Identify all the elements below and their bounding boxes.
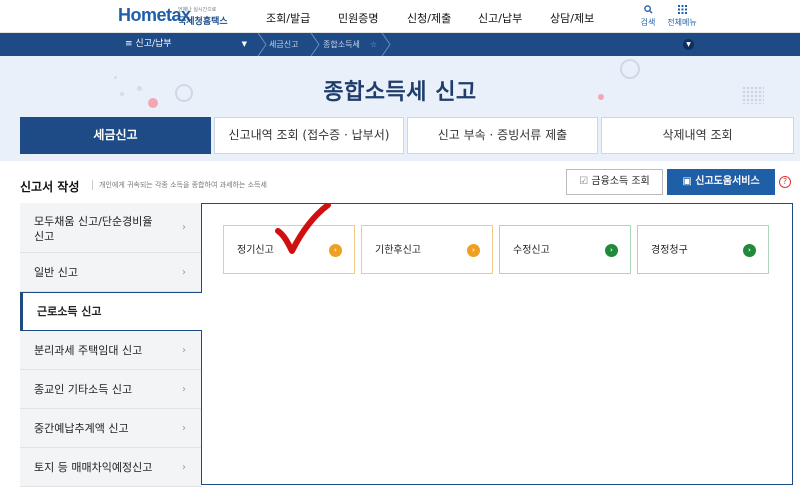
sidebar-item-label: 모두채움 신고/단순경비율 신고 [34,215,153,243]
card-label: 경정청구 [651,245,688,256]
amended-report-card[interactable]: 수정신고 › [499,225,631,274]
caret-down-icon: ▼ [241,40,247,48]
section-title: 신고서 작성 [20,180,80,194]
hamburger-icon: ≡ [125,39,133,49]
page-title: 종합소득세 신고 [323,80,477,105]
hometax-logo[interactable]: 언제나 실시간으로 Hometax 국세청홈택스 [118,3,228,31]
chevron-right-icon: › [182,423,186,434]
gnb-inquiry[interactable]: 조회/발급 [266,10,310,26]
sidebar-item-label: 분리과세 주택임대 신고 [34,344,143,357]
gnb-application[interactable]: 신청/제출 [407,10,451,26]
menu-select[interactable]: ≡ 신고/납부 ▼ [117,33,257,56]
finance-income-label: 금융소득 조회 [591,176,650,187]
gnb-consulting[interactable]: 상담/제보 [550,10,594,26]
late-report-card[interactable]: 기한후신고 › [361,225,493,274]
breadcrumb: ≡ 신고/납부 ▼ 세금신고 종합소득세 ☆ ▼ [0,33,800,56]
main-tabs: 세금신고 신고내역 조회 (접수증 · 납부서) 신고 부속 · 증빙서류 제출… [20,117,794,154]
crumb-income-tax[interactable]: 종합소득세 [323,33,360,56]
arrow-right-icon: › [467,244,480,257]
sidebar-item-interim[interactable]: 중간예납추계액 신고 › [20,409,202,448]
tab-attachments[interactable]: 신고 부속 · 증빙서류 제출 [407,117,598,154]
crumb-tax-report[interactable]: 세금신고 [269,33,298,56]
arrow-right-icon: › [743,244,756,257]
tab-report-history[interactable]: 신고내역 조회 (접수증 · 납부서) [214,117,404,154]
sidebar-item-label: 일반 신고 [34,266,78,279]
sidebar-item-label: 근로소득 신고 [37,305,102,318]
chevron-right-icon: › [182,345,186,356]
menu-select-label: 신고/납부 [135,39,172,49]
chevron-right-icon: › [182,222,186,233]
gnb-certificates[interactable]: 민원증명 [338,10,378,26]
chevron-right-icon: › [182,267,186,278]
sidebar-item-prefilled[interactable]: 모두채움 신고/단순경비율 신고 › [20,203,202,253]
card-label: 기한후신고 [375,245,421,256]
chevron-right-icon: › [182,462,186,473]
arrow-right-icon: › [605,244,618,257]
search-button[interactable]: 검색 [633,5,663,28]
sidebar-item-earned-income[interactable]: 근로소득 신고 [20,292,202,331]
gnb-report-payment[interactable]: 신고/납부 [478,10,522,26]
all-menu-button[interactable]: 전체메뉴 [664,5,700,28]
sidebar-item-label: 종교인 기타소득 신고 [34,383,133,396]
all-menu-label: 전체메뉴 [667,18,697,27]
search-icon [633,5,663,17]
sidebar-item-label: 중간예납추계액 신고 [34,422,129,435]
card-label: 정기신고 [237,245,274,256]
sidebar-item-label: 토지 등 매매차익예정신고 [34,461,153,474]
book-icon: ▣ [682,176,692,187]
tab-tax-report[interactable]: 세금신고 [20,117,211,154]
sidebar-item-religious[interactable]: 종교인 기타소득 신고 › [20,370,202,409]
search-label: 검색 [640,18,656,27]
card-label: 수정신고 [513,245,550,256]
edit-icon: ☑ [579,176,589,187]
favorite-star-icon[interactable]: ☆ [370,33,377,56]
crumb-divider-icon [257,33,267,56]
crumb-divider-icon [381,33,391,56]
sidebar-item-housing-rental[interactable]: 분리과세 주택임대 신고 › [20,331,202,370]
side-menu: 모두채움 신고/단순경비율 신고 › 일반 신고 › 근로소득 신고 분리과세 … [20,203,202,487]
tab-deleted-history[interactable]: 삭제내역 조회 [601,117,794,154]
help-icon[interactable]: ? [779,176,791,188]
correction-claim-card[interactable]: 경정청구 › [637,225,769,274]
expand-down-icon[interactable]: ▼ [683,39,694,50]
chevron-right-icon: › [182,384,186,395]
grid-menu-icon [664,5,700,17]
finance-income-button[interactable]: ☑ 금융소득 조회 [566,169,663,195]
crumb-divider-icon [310,33,320,56]
red-checkmark-icon [275,203,331,254]
section-description: 개인에게 귀속되는 각종 소득을 종합하여 과세하는 소득세 [92,180,267,190]
help-service-label: 신고도움서비스 [695,176,760,187]
sidebar-item-general[interactable]: 일반 신고 › [20,253,202,292]
help-service-button[interactable]: ▣ 신고도움서비스 [667,169,775,195]
logo-korean-name: 국세청홈택스 [178,17,228,27]
top-header: 언제나 실시간으로 Hometax 국세청홈택스 조회/발급 민원증명 신청/제… [0,0,800,33]
sidebar-item-land-sale[interactable]: 토지 등 매매차익예정신고 › [20,448,202,487]
